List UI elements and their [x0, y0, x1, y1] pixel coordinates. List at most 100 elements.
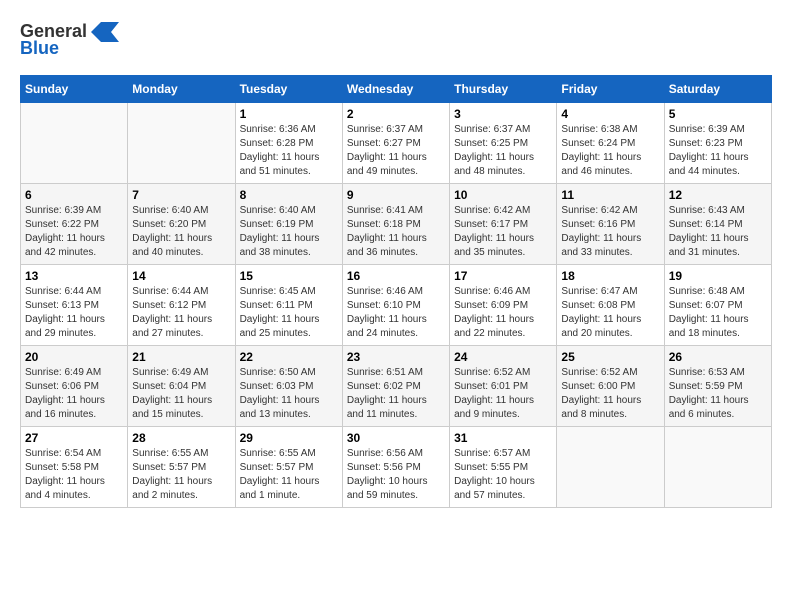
calendar-cell: 18 Sunrise: 6:47 AMSunset: 6:08 PMDayligh…	[557, 265, 664, 346]
calendar-cell	[664, 427, 771, 508]
calendar-cell: 8Sunrise: 6:40 AMSunset: 6:19 PMDaylight…	[235, 184, 342, 265]
day-detail: Sunrise: 6:49 AMSunset: 6:06 PMDaylight:…	[25, 366, 123, 422]
day-detail: Sunrise: 6:57 AMSunset: 5:55 PMDaylight:…	[454, 447, 552, 503]
calendar-cell: 22 Sunrise: 6:50 AMSunset: 6:03 PMDayligh…	[235, 346, 342, 427]
day-number: 15	[240, 269, 338, 283]
day-number: 22	[240, 350, 338, 364]
calendar-cell: 28 Sunrise: 6:55 AMSunset: 5:57 PMDayligh…	[128, 427, 235, 508]
calendar-cell: 26 Sunrise: 6:53 AMSunset: 5:59 PMDayligh…	[664, 346, 771, 427]
calendar-cell: 17 Sunrise: 6:46 AMSunset: 6:09 PMDayligh…	[450, 265, 557, 346]
day-number: 10	[454, 188, 552, 202]
calendar-cell: 2Sunrise: 6:37 AMSunset: 6:27 PMDaylight…	[342, 103, 449, 184]
day-detail: Sunrise: 6:52 AMSunset: 6:00 PMDaylight:…	[561, 366, 659, 422]
calendar-cell: 7Sunrise: 6:40 AMSunset: 6:20 PMDaylight…	[128, 184, 235, 265]
day-detail: Sunrise: 6:39 AMSunset: 6:22 PMDaylight:…	[25, 204, 123, 260]
calendar-week-3: 13 Sunrise: 6:44 AMSunset: 6:13 PMDayligh…	[21, 265, 772, 346]
day-detail: Sunrise: 6:40 AMSunset: 6:20 PMDaylight:…	[132, 204, 230, 260]
day-number: 17	[454, 269, 552, 283]
calendar-cell: 5Sunrise: 6:39 AMSunset: 6:23 PMDaylight…	[664, 103, 771, 184]
calendar-cell: 20 Sunrise: 6:49 AMSunset: 6:06 PMDayligh…	[21, 346, 128, 427]
day-number: 4	[561, 107, 659, 121]
day-number: 12	[669, 188, 767, 202]
calendar-cell: 31 Sunrise: 6:57 AMSunset: 5:55 PMDayligh…	[450, 427, 557, 508]
day-detail: Sunrise: 6:52 AMSunset: 6:01 PMDaylight:…	[454, 366, 552, 422]
day-detail: Sunrise: 6:43 AMSunset: 6:14 PMDaylight:…	[669, 204, 767, 260]
day-number: 21	[132, 350, 230, 364]
calendar-cell: 9 Sunrise: 6:41 AMSunset: 6:18 PMDaylight…	[342, 184, 449, 265]
calendar-cell	[128, 103, 235, 184]
calendar-header-sunday: Sunday	[21, 76, 128, 103]
day-number: 18	[561, 269, 659, 283]
day-number: 14	[132, 269, 230, 283]
calendar-cell: 19Sunrise: 6:48 AMSunset: 6:07 PMDayligh…	[664, 265, 771, 346]
calendar-cell: 11 Sunrise: 6:42 AMSunset: 6:16 PMDayligh…	[557, 184, 664, 265]
calendar-cell: 4 Sunrise: 6:38 AMSunset: 6:24 PMDaylight…	[557, 103, 664, 184]
day-number: 28	[132, 431, 230, 445]
day-number: 23	[347, 350, 445, 364]
calendar-cell: 30 Sunrise: 6:56 AMSunset: 5:56 PMDayligh…	[342, 427, 449, 508]
calendar-cell: 12 Sunrise: 6:43 AMSunset: 6:14 PMDayligh…	[664, 184, 771, 265]
calendar-cell	[557, 427, 664, 508]
day-number: 31	[454, 431, 552, 445]
day-number: 11	[561, 188, 659, 202]
calendar-header-friday: Friday	[557, 76, 664, 103]
calendar-cell: 21 Sunrise: 6:49 AMSunset: 6:04 PMDayligh…	[128, 346, 235, 427]
day-detail: Sunrise: 6:38 AMSunset: 6:24 PMDaylight:…	[561, 123, 659, 179]
day-number: 30	[347, 431, 445, 445]
day-number: 1	[240, 107, 338, 121]
logo-blue: Blue	[20, 38, 59, 59]
day-detail: Sunrise: 6:46 AMSunset: 6:09 PMDaylight:…	[454, 285, 552, 341]
calendar-cell: 13 Sunrise: 6:44 AMSunset: 6:13 PMDayligh…	[21, 265, 128, 346]
logo-icon	[91, 20, 119, 42]
calendar-header-wednesday: Wednesday	[342, 76, 449, 103]
day-number: 20	[25, 350, 123, 364]
day-detail: Sunrise: 6:42 AMSunset: 6:16 PMDaylight:…	[561, 204, 659, 260]
day-detail: Sunrise: 6:47 AMSunset: 6:08 PMDaylight:…	[561, 285, 659, 341]
day-number: 27	[25, 431, 123, 445]
day-detail: Sunrise: 6:55 AMSunset: 5:57 PMDaylight:…	[240, 447, 338, 503]
calendar-cell: 14 Sunrise: 6:44 AMSunset: 6:12 PMDayligh…	[128, 265, 235, 346]
calendar-header-tuesday: Tuesday	[235, 76, 342, 103]
day-detail: Sunrise: 6:54 AMSunset: 5:58 PMDaylight:…	[25, 447, 123, 503]
day-number: 9	[347, 188, 445, 202]
day-detail: Sunrise: 6:36 AMSunset: 6:28 PMDaylight:…	[240, 123, 338, 179]
calendar-header-thursday: Thursday	[450, 76, 557, 103]
calendar-week-5: 27 Sunrise: 6:54 AMSunset: 5:58 PMDayligh…	[21, 427, 772, 508]
day-number: 26	[669, 350, 767, 364]
calendar-cell: 24 Sunrise: 6:52 AMSunset: 6:01 PMDayligh…	[450, 346, 557, 427]
calendar-cell: 29Sunrise: 6:55 AMSunset: 5:57 PMDayligh…	[235, 427, 342, 508]
calendar-cell: 27 Sunrise: 6:54 AMSunset: 5:58 PMDayligh…	[21, 427, 128, 508]
calendar-cell: 25 Sunrise: 6:52 AMSunset: 6:00 PMDayligh…	[557, 346, 664, 427]
day-detail: Sunrise: 6:44 AMSunset: 6:12 PMDaylight:…	[132, 285, 230, 341]
calendar-week-2: 6 Sunrise: 6:39 AMSunset: 6:22 PMDaylight…	[21, 184, 772, 265]
calendar-cell: 15Sunrise: 6:45 AMSunset: 6:11 PMDayligh…	[235, 265, 342, 346]
day-detail: Sunrise: 6:37 AMSunset: 6:25 PMDaylight:…	[454, 123, 552, 179]
day-detail: Sunrise: 6:50 AMSunset: 6:03 PMDaylight:…	[240, 366, 338, 422]
day-detail: Sunrise: 6:55 AMSunset: 5:57 PMDaylight:…	[132, 447, 230, 503]
day-number: 16	[347, 269, 445, 283]
day-number: 3	[454, 107, 552, 121]
day-detail: Sunrise: 6:56 AMSunset: 5:56 PMDaylight:…	[347, 447, 445, 503]
day-number: 5	[669, 107, 767, 121]
day-number: 24	[454, 350, 552, 364]
calendar-cell: 1 Sunrise: 6:36 AMSunset: 6:28 PMDaylight…	[235, 103, 342, 184]
calendar-table: SundayMondayTuesdayWednesdayThursdayFrid…	[20, 75, 772, 508]
calendar-week-4: 20 Sunrise: 6:49 AMSunset: 6:06 PMDayligh…	[21, 346, 772, 427]
day-detail: Sunrise: 6:46 AMSunset: 6:10 PMDaylight:…	[347, 285, 445, 341]
day-detail: Sunrise: 6:44 AMSunset: 6:13 PMDaylight:…	[25, 285, 123, 341]
day-detail: Sunrise: 6:41 AMSunset: 6:18 PMDaylight:…	[347, 204, 445, 260]
day-detail: Sunrise: 6:40 AMSunset: 6:19 PMDaylight:…	[240, 204, 338, 260]
logo: General Blue	[20, 20, 119, 59]
day-detail: Sunrise: 6:49 AMSunset: 6:04 PMDaylight:…	[132, 366, 230, 422]
calendar-cell	[21, 103, 128, 184]
day-detail: Sunrise: 6:42 AMSunset: 6:17 PMDaylight:…	[454, 204, 552, 260]
day-number: 6	[25, 188, 123, 202]
calendar-week-1: 1 Sunrise: 6:36 AMSunset: 6:28 PMDaylight…	[21, 103, 772, 184]
day-number: 13	[25, 269, 123, 283]
page-header: General Blue	[20, 20, 772, 59]
calendar-header-monday: Monday	[128, 76, 235, 103]
day-detail: Sunrise: 6:37 AMSunset: 6:27 PMDaylight:…	[347, 123, 445, 179]
calendar-header-saturday: Saturday	[664, 76, 771, 103]
day-number: 25	[561, 350, 659, 364]
day-detail: Sunrise: 6:53 AMSunset: 5:59 PMDaylight:…	[669, 366, 767, 422]
